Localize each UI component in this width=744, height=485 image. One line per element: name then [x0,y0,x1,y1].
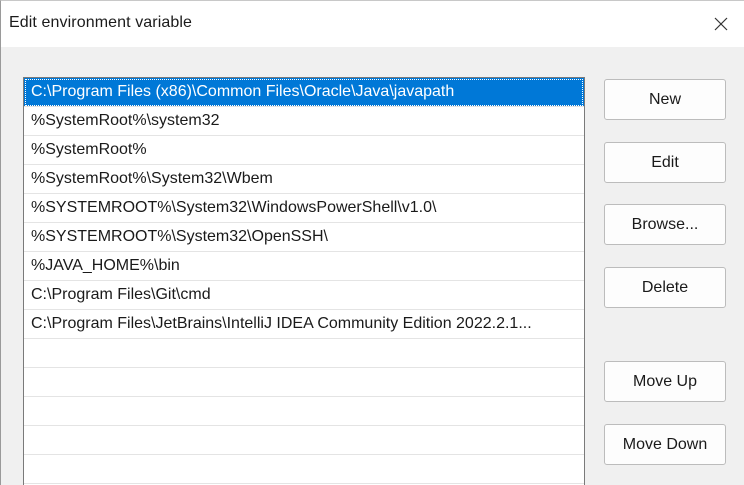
close-button[interactable] [698,1,744,47]
close-icon [714,17,728,31]
window-title: Edit environment variable [9,14,193,31]
list-item[interactable]: %SYSTEMROOT%\System32\OpenSSH\ [24,223,584,252]
empty-list-row[interactable] [24,368,584,397]
edit-environment-variable-dialog: Edit environment variable C:\Program Fil… [0,0,744,485]
empty-list-row[interactable] [24,339,584,368]
new-button[interactable]: New [604,79,726,120]
list-item[interactable]: C:\Program Files (x86)\Common Files\Orac… [24,78,584,107]
list-item[interactable]: %JAVA_HOME%\bin [24,252,584,281]
list-item[interactable]: %SYSTEMROOT%\System32\WindowsPowerShell\… [24,194,584,223]
empty-list-row[interactable] [24,455,584,484]
empty-list-row[interactable] [24,426,584,455]
list-item[interactable]: %SystemRoot% [24,136,584,165]
list-item[interactable]: %SystemRoot%\System32\Wbem [24,165,584,194]
edit-button[interactable]: Edit [604,142,726,183]
move-up-button[interactable]: Move Up [604,361,726,402]
path-list[interactable]: C:\Program Files (x86)\Common Files\Orac… [23,77,585,485]
delete-button[interactable]: Delete [604,267,726,308]
move-down-button[interactable]: Move Down [604,424,726,465]
list-item[interactable]: %SystemRoot%\system32 [24,107,584,136]
browse-button[interactable]: Browse... [604,204,726,245]
title-bar: Edit environment variable [1,1,744,47]
list-item[interactable]: C:\Program Files\Git\cmd [24,281,584,310]
empty-list-row[interactable] [24,397,584,426]
list-item[interactable]: C:\Program Files\JetBrains\IntelliJ IDEA… [24,310,584,339]
